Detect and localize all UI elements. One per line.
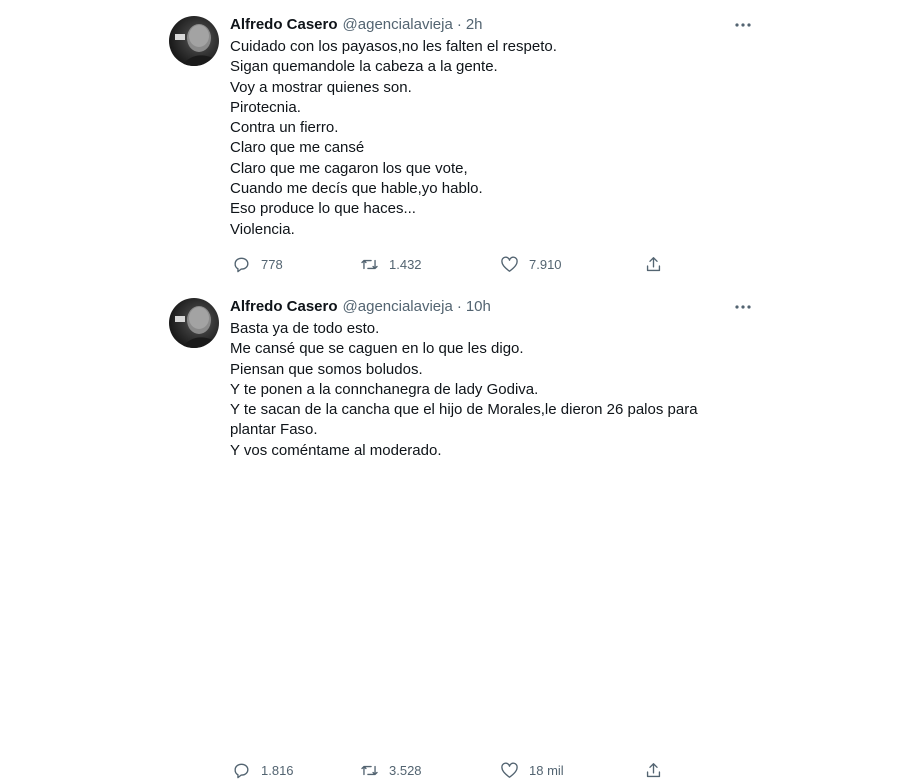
reply-count: 778 [261,256,283,272]
tweet-text-line: Violencia. [230,220,295,238]
share-button[interactable] [644,760,673,780]
reply-count: 1.816 [261,762,294,778]
avatar[interactable] [169,16,219,66]
retweet-icon [361,259,378,269]
tweet-text-line: Pirotecnia. [230,98,301,116]
tweet-text-line: Piensan que somos boludos. [230,360,423,378]
tweet-text-line: Eso produce lo que haces... [230,200,416,218]
tweet-text-line: Claro que me cansé [230,139,365,157]
like-count: 18 mil [529,762,564,778]
retweet-icon [361,765,378,775]
tweet-text-line: Cuidado con los payasos,no les falten el… [230,38,557,55]
tweet-text: Cuidado con los payasos,no les falten el… [230,37,750,240]
like-count: 7.910 [529,256,562,272]
tweet-actions: 1.816 3.528 18 mil [230,760,670,780]
author-handle[interactable]: @agencialavieja [343,296,453,318]
heart-icon [501,762,518,778]
tweet-text: Basta ya de todo esto. Me cansé que se c… [230,319,750,461]
share-button[interactable] [644,254,673,274]
share-icon [646,762,661,777]
share-icon [646,256,661,271]
author-name[interactable]: Alfredo Casero [230,14,338,36]
like-button[interactable]: 7.910 [500,254,562,274]
reply-button[interactable]: 1.816 [232,760,294,780]
tweet-text-line: Basta ya de todo esto. [230,320,380,337]
tweet-text-line: Voy a mostrar quienes son. [230,78,412,96]
reply-button[interactable]: 778 [232,254,283,274]
avatar[interactable] [169,298,219,348]
author-name[interactable]: Alfredo Casero [230,296,338,318]
tweet-actions: 778 1.432 7.910 [230,254,670,274]
retweet-button[interactable]: 1.432 [360,254,422,274]
tweet-text-line: Sigan quemandole la cabeza a la gente. [230,58,498,76]
tweet-text-line: plantar Faso. [230,421,318,439]
tweet-text-line: Contra un fierro. [230,119,339,137]
tweet-text-line: Y vos coméntame al moderado. [230,441,442,459]
retweet-count: 3.528 [389,762,422,778]
tweet-text-line: Y te ponen a la connchanegra de lady God… [230,380,539,398]
retweet-button[interactable]: 3.528 [360,760,422,780]
heart-icon [501,256,518,272]
retweet-count: 1.432 [389,256,422,272]
reply-icon [234,257,249,272]
author-handle[interactable]: @agencialavieja [343,14,453,36]
tweet-text-line: Cuando me decís que hable,yo hablo. [230,180,483,198]
separator: · [456,16,462,33]
tweet-header: Alfredo Casero @agencialavieja · 2h [230,14,750,36]
reply-icon [234,763,249,778]
more-options-icon[interactable] [733,16,753,34]
timestamp[interactable]: 2h [466,14,483,36]
more-options-icon[interactable] [733,298,753,316]
tweet-text-line: Claro que me cagaron los que vote, [230,159,468,177]
tweet-text-line: Y te sacan de la cancha que el hijo de M… [230,401,698,419]
timestamp[interactable]: 10h [466,296,491,318]
separator: · [456,298,462,315]
like-button[interactable]: 18 mil [500,760,564,780]
tweet-header: Alfredo Casero @agencialavieja · 10h [230,296,750,318]
tweet-text-line: Me cansé que se caguen en lo que les dig… [230,340,524,358]
